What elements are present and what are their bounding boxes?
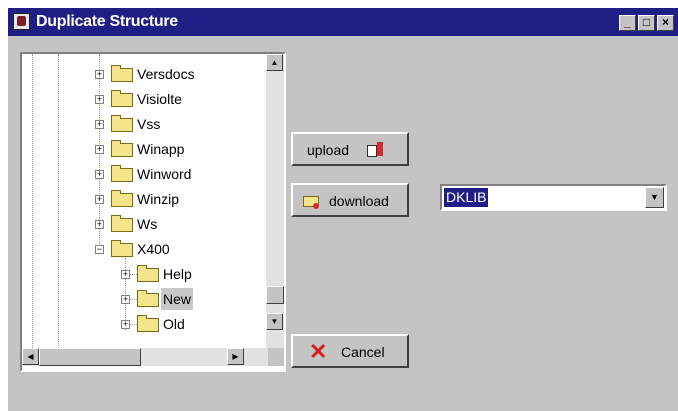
duplicate-structure-window: Duplicate Structure _ □ × + Versdocs + V… [8,8,678,411]
folder-icon [137,315,159,332]
tree-item-ws[interactable]: + Ws [22,213,266,235]
tree-item-label: Versdocs [137,66,195,82]
tree-item-label: Help [163,266,192,282]
horizontal-scroll-thumb[interactable] [39,348,141,366]
library-combobox[interactable]: DKLIB ▼ [440,184,667,211]
vertical-scroll-thumb[interactable] [266,286,284,304]
expand-toggle[interactable]: + [121,270,130,279]
close-button[interactable]: × [657,15,674,31]
tree-item-winword[interactable]: + Winword [22,163,266,185]
upload-icon [367,142,385,158]
tree-item-label-selected: New [161,288,194,310]
folder-icon [111,240,133,257]
tree-item-label: Ws [137,216,158,232]
tree-item-label: Winapp [137,141,185,157]
minimize-button[interactable]: _ [619,15,636,31]
tree-item-label: Winword [137,166,192,182]
upload-button-label: upload [307,142,350,158]
scroll-down-button[interactable]: ▼ [266,313,283,330]
expand-toggle[interactable]: + [95,95,104,104]
tree-item-help[interactable]: + Help [22,263,266,285]
tree-item-old[interactable]: + Old [22,313,266,335]
download-button-label: download [329,193,389,209]
tree-item-vss[interactable]: + Vss [22,113,266,135]
expand-toggle[interactable]: + [95,120,104,129]
tree-item-label: Visiolte [137,91,182,107]
tree-item-label: X400 [137,241,170,257]
window-title: Duplicate Structure [36,13,178,30]
folder-icon [111,90,133,107]
scrollbar-corner [268,348,284,366]
download-folder-icon [303,196,319,209]
expand-toggle[interactable]: + [95,220,104,229]
folder-tree[interactable]: + Versdocs + Visiolte + Vss + Winapp + W… [20,52,286,372]
maximize-button[interactable]: □ [638,15,655,31]
tree-item-label: Old [163,316,185,332]
open-folder-icon [137,290,159,307]
folder-icon [137,265,159,282]
horizontal-scrollbar[interactable]: ◀ ▶ [22,348,268,366]
red-x-icon: ✕ [309,339,328,364]
tree-item-versdocs[interactable]: + Versdocs [22,63,266,85]
tree-item-label: Vss [137,116,161,132]
tree-item-visiolte[interactable]: + Visiolte [22,88,266,110]
expand-toggle[interactable]: + [95,145,104,154]
tree-item-winapp[interactable]: + Winapp [22,138,266,160]
folder-icon [111,140,133,157]
scroll-up-button[interactable]: ▲ [266,54,283,71]
expand-toggle[interactable]: + [95,170,104,179]
app-icon[interactable] [13,13,30,30]
vertical-scrollbar[interactable]: ▲ ▼ [266,54,284,348]
cancel-button[interactable]: ✕ Cancel [291,334,409,368]
expand-toggle[interactable]: + [95,195,104,204]
scroll-right-button[interactable]: ▶ [227,348,244,365]
tree-item-new[interactable]: + New [22,288,266,310]
scroll-left-button[interactable]: ◀ [22,348,39,365]
folder-icon [111,215,133,232]
expand-toggle[interactable]: + [121,295,130,304]
tree-item-x400[interactable]: − X400 [22,238,266,260]
folder-icon [111,115,133,132]
folder-icon [111,190,133,207]
tree-item-winzip[interactable]: + Winzip [22,188,266,210]
expand-toggle[interactable]: + [121,320,130,329]
combobox-selected-value: DKLIB [444,188,489,207]
folder-icon [111,65,133,82]
folder-icon [111,165,133,182]
cancel-button-label: Cancel [341,344,385,360]
expand-toggle[interactable]: + [95,70,104,79]
collapse-toggle[interactable]: − [95,245,104,254]
download-button[interactable]: download [291,183,409,217]
upload-button[interactable]: upload [291,132,409,166]
title-bar[interactable]: Duplicate Structure _ □ × [8,8,678,36]
chevron-down-icon[interactable]: ▼ [645,187,664,208]
tree-item-label: Winzip [137,191,180,207]
